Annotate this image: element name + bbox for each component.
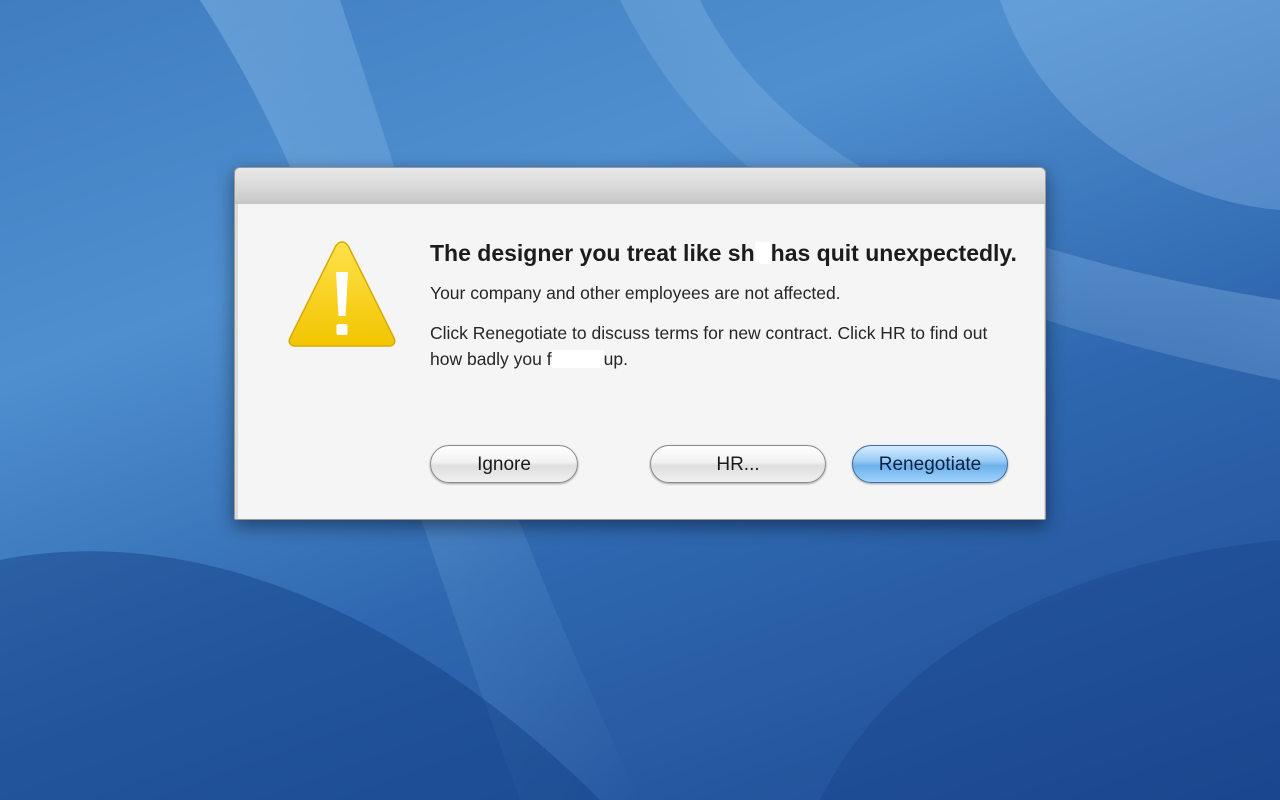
- censor-block: [551, 350, 604, 368]
- dialog-content: The designer you treat like sh has quit u…: [235, 204, 1045, 519]
- alert-headline: The designer you treat like sh has quit u…: [430, 240, 1017, 266]
- warning-triangle-icon: [288, 241, 396, 347]
- alert-dialog: The designer you treat like sh has quit u…: [234, 167, 1046, 520]
- ignore-button[interactable]: Ignore: [430, 445, 578, 483]
- alert-info-text: Your company and other employees are not…: [430, 283, 841, 303]
- renegotiate-button[interactable]: Renegotiate: [852, 445, 1008, 483]
- censor-block: [754, 242, 771, 264]
- message-area: The designer you treat like sh has quit u…: [430, 236, 1020, 372]
- hr-button[interactable]: HR...: [650, 445, 826, 483]
- alert-instructions-text: Click Renegotiate to discuss terms for n…: [430, 323, 988, 369]
- dialog-titlebar[interactable]: [235, 168, 1045, 205]
